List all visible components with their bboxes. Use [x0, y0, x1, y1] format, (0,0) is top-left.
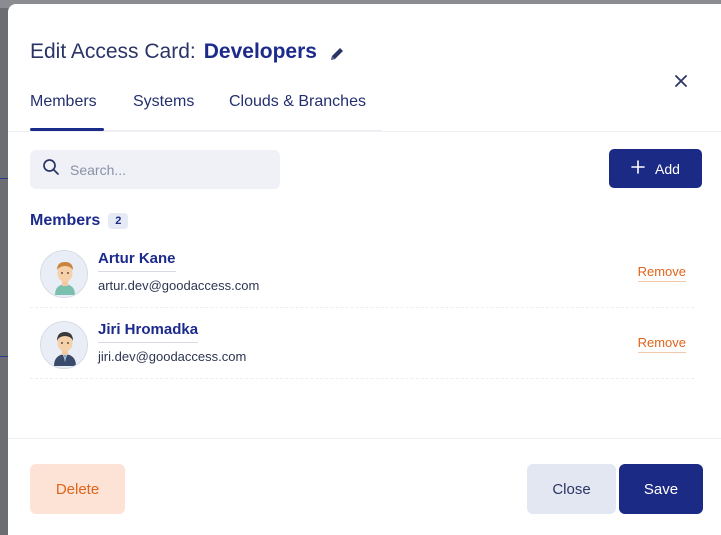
tab-members[interactable]: Members — [30, 92, 104, 131]
footer-divider — [8, 438, 721, 439]
remove-member-button[interactable]: Remove — [637, 335, 686, 353]
members-section-title: Members — [30, 212, 101, 229]
member-name[interactable]: Artur Kane — [98, 250, 176, 272]
tab-label: Members — [30, 93, 97, 110]
background-divider — [0, 178, 8, 179]
tab-systems[interactable]: Systems — [133, 92, 194, 130]
close-button[interactable]: Close — [527, 464, 616, 514]
remove-member-button[interactable]: Remove — [637, 264, 686, 282]
members-section-header: Members 2 — [30, 212, 129, 230]
background-divider — [0, 356, 8, 357]
avatar — [40, 321, 88, 369]
dialog-title: Edit Access Card: Developers — [30, 40, 345, 64]
avatar — [40, 250, 88, 298]
search-input[interactable] — [70, 161, 260, 178]
member-row: Jiri Hromadka jiri.dev@goodaccess.com Re… — [30, 315, 694, 379]
header-divider — [8, 131, 721, 132]
pencil-icon[interactable] — [329, 44, 345, 60]
save-button[interactable]: Save — [619, 464, 703, 514]
add-member-button[interactable]: Add — [609, 149, 702, 188]
member-row: Artur Kane artur.dev@goodaccess.com Remo… — [30, 244, 694, 308]
search-field[interactable] — [30, 150, 280, 189]
plus-icon — [631, 160, 645, 177]
tab-bar: Members Systems Clouds & Branches — [30, 92, 382, 132]
dialog-title-prefix: Edit Access Card: — [30, 40, 196, 63]
tab-label: Clouds & Branches — [229, 93, 366, 110]
access-card-name: Developers — [203, 40, 317, 63]
add-button-label: Add — [655, 160, 680, 177]
member-name[interactable]: Jiri Hromadka — [98, 321, 199, 343]
search-icon — [42, 158, 60, 181]
delete-button[interactable]: Delete — [30, 464, 125, 514]
member-email: artur.dev@goodaccess.com — [98, 278, 260, 293]
member-email: jiri.dev@goodaccess.com — [98, 349, 247, 364]
members-count-badge: 2 — [108, 213, 129, 229]
tab-clouds-branches[interactable]: Clouds & Branches — [229, 92, 366, 130]
edit-access-card-dialog: Edit Access Card: Developers Members Sys… — [8, 4, 721, 535]
close-icon[interactable] — [671, 71, 691, 91]
tab-label: Systems — [133, 93, 195, 110]
